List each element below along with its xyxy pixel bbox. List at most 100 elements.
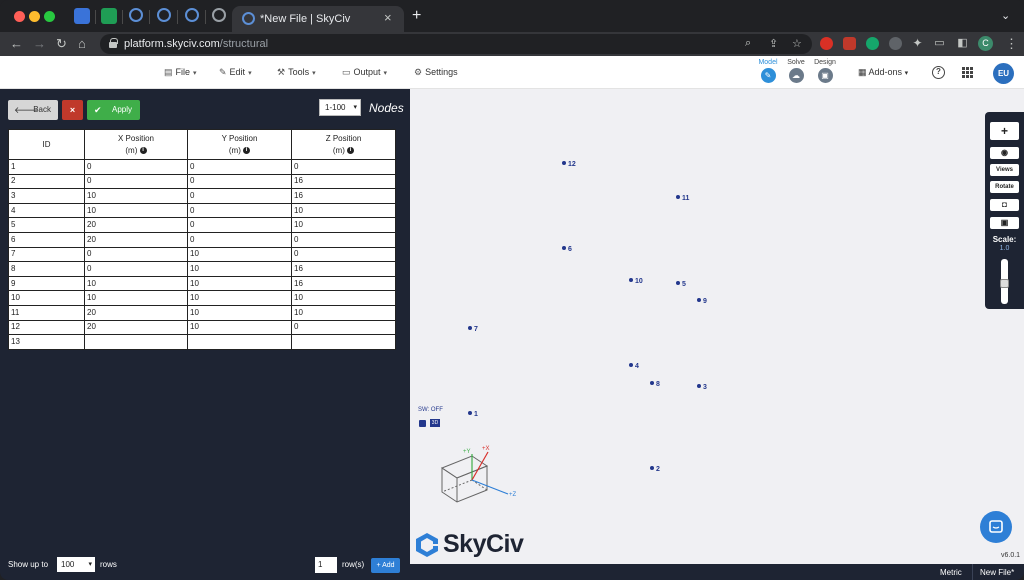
tools-menu[interactable]: ⚒ Tools ▾ — [277, 67, 316, 78]
tab-search-chevron-icon[interactable]: ⌄ — [1001, 9, 1010, 22]
node-id-cell[interactable]: 9 — [8, 275, 85, 292]
help-icon[interactable]: ? — [932, 66, 945, 79]
rotate-button[interactable]: Rotate — [990, 181, 1019, 193]
position-cell[interactable]: 0 — [291, 159, 396, 175]
back-arrow-icon[interactable]: ← — [10, 36, 23, 51]
position-cell[interactable] — [84, 334, 188, 350]
node-id-cell[interactable]: 8 — [8, 261, 85, 277]
show-up-to-select[interactable]: 100 ▾ — [57, 557, 95, 572]
add-rows-button[interactable]: + Add — [371, 558, 400, 573]
back-button[interactable]: 🡐 Back — [8, 100, 58, 120]
address-bar[interactable]: platform.skyciv.com/structural ⌕ ⇪ ☆ — [100, 34, 812, 54]
scale-slider[interactable] — [1000, 259, 1009, 304]
position-cell[interactable]: 16 — [291, 188, 396, 204]
minimize-window-button[interactable] — [29, 11, 40, 22]
position-cell[interactable]: 16 — [291, 173, 396, 190]
position-cell[interactable]: 16 — [291, 261, 396, 277]
node-point[interactable] — [650, 466, 654, 470]
position-cell[interactable] — [291, 334, 396, 350]
close-tab-icon[interactable]: × — [384, 10, 392, 25]
browser-menu-icon[interactable]: ⋮ — [1005, 36, 1018, 52]
extension-youtube-icon[interactable] — [843, 37, 856, 50]
pinned-tab-calendar-icon[interactable] — [74, 8, 90, 24]
position-cell[interactable]: 20 — [84, 231, 188, 248]
add-tool-button[interactable]: + — [990, 122, 1019, 140]
share-icon[interactable]: ⇪ — [769, 37, 778, 50]
position-cell[interactable]: 0 — [84, 159, 188, 175]
new-tab-button[interactable]: + — [412, 7, 421, 25]
position-cell[interactable] — [187, 334, 292, 350]
node-point[interactable] — [697, 298, 701, 302]
node-point[interactable] — [562, 246, 566, 250]
file-menu[interactable]: ▤ File ▾ — [164, 67, 197, 78]
cube-icon[interactable]: ▣ — [990, 217, 1019, 229]
user-avatar[interactable]: EU — [993, 63, 1014, 84]
pinned-tab-sheets-icon[interactable] — [101, 8, 117, 24]
add-rows-input[interactable]: 1 — [315, 557, 337, 573]
model-viewport[interactable]: 1 2 3 4 5 6 7 8 9 10 11 12 SW: OFF 3D +Y +X +Z — [410, 89, 1024, 564]
range-select[interactable]: 1-100 ▾ — [319, 99, 361, 116]
position-cell[interactable]: 0 — [84, 261, 188, 277]
node-id-cell[interactable]: 1 — [8, 159, 85, 175]
extensions-puzzle-icon[interactable]: ✦ — [911, 37, 924, 50]
position-cell[interactable]: 0 — [187, 159, 292, 175]
position-cell[interactable]: 16 — [291, 275, 396, 292]
node-id-cell[interactable]: 5 — [8, 217, 85, 233]
units-label[interactable]: Metric — [940, 568, 962, 577]
position-cell[interactable]: 20 — [84, 319, 188, 336]
threed-toggle[interactable]: 3D — [430, 419, 440, 427]
pinned-tab-globe-icon[interactable] — [212, 8, 226, 22]
node-id-cell[interactable]: 4 — [8, 202, 85, 219]
pinned-tab-skyciv-icon[interactable] — [185, 8, 199, 22]
position-cell[interactable]: 10 — [291, 290, 396, 306]
node-id-cell[interactable]: 7 — [8, 246, 85, 263]
step-model[interactable]: Model ✎ — [753, 59, 783, 83]
home-icon[interactable]: ⌂ — [78, 36, 86, 51]
extension-download-icon[interactable] — [889, 37, 902, 50]
forward-arrow-icon[interactable]: → — [33, 36, 46, 51]
node-id-cell[interactable]: 11 — [8, 304, 85, 321]
eye-icon[interactable]: ◉ — [990, 147, 1019, 159]
position-cell[interactable]: 10 — [84, 188, 188, 204]
position-cell[interactable]: 10 — [187, 304, 292, 321]
node-point[interactable] — [468, 326, 472, 330]
position-cell[interactable]: 10 — [187, 290, 292, 306]
position-cell[interactable]: 10 — [291, 217, 396, 233]
extension-grammarly-icon[interactable] — [866, 37, 879, 50]
position-cell[interactable]: 10 — [187, 319, 292, 336]
position-cell[interactable]: 0 — [291, 246, 396, 263]
chat-button[interactable] — [980, 511, 1012, 543]
position-cell[interactable]: 10 — [187, 261, 292, 277]
zoom-icon[interactable]: ⌕ — [745, 37, 751, 50]
info-icon[interactable]: i — [139, 146, 147, 154]
settings-menu[interactable]: ⚙ Settings — [414, 67, 458, 78]
node-point[interactable] — [697, 384, 701, 388]
clear-button[interactable]: × — [62, 100, 83, 120]
info-icon[interactable]: i — [243, 146, 251, 154]
position-cell[interactable]: 10 — [187, 246, 292, 263]
node-id-cell[interactable]: 10 — [8, 290, 85, 306]
position-cell[interactable]: 0 — [187, 202, 292, 219]
node-id-cell[interactable]: 2 — [8, 173, 85, 190]
file-name-label[interactable]: New File* — [980, 568, 1014, 577]
position-cell[interactable]: 10 — [187, 275, 292, 292]
scale-slider-thumb[interactable] — [1000, 279, 1009, 288]
extension-red-icon[interactable] — [820, 37, 833, 50]
node-id-cell[interactable]: 13 — [8, 334, 85, 350]
apps-grid-icon[interactable] — [962, 67, 973, 78]
close-window-button[interactable] — [14, 11, 25, 22]
node-point[interactable] — [468, 411, 472, 415]
views-button[interactable]: Views — [990, 164, 1019, 176]
position-cell[interactable]: 0 — [187, 188, 292, 204]
position-cell[interactable]: 10 — [84, 202, 188, 219]
node-point[interactable] — [676, 195, 680, 199]
reload-icon[interactable]: ↻ — [56, 36, 67, 52]
cast-icon[interactable]: ▭ — [933, 37, 946, 50]
bookmark-star-icon[interactable]: ☆ — [792, 37, 802, 50]
info-icon[interactable]: i — [347, 146, 355, 154]
node-id-cell[interactable]: 3 — [8, 188, 85, 204]
position-cell[interactable]: 0 — [84, 246, 188, 263]
node-point[interactable] — [562, 161, 566, 165]
position-cell[interactable]: 10 — [291, 304, 396, 321]
maximize-window-button[interactable] — [44, 11, 55, 22]
